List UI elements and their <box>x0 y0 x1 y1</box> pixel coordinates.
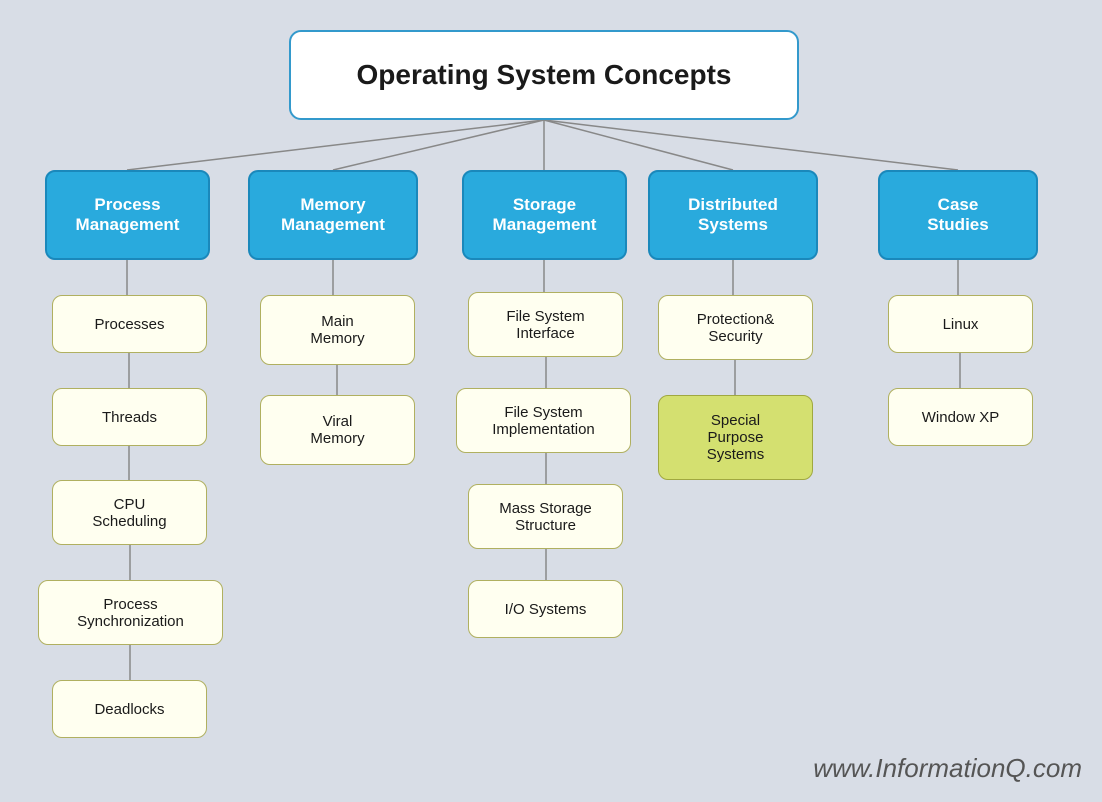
cat-storage: StorageManagement <box>462 170 627 260</box>
node-protection-security: Protection&Security <box>658 295 813 360</box>
node-cpu-scheduling: CPUScheduling <box>52 480 207 545</box>
cat-process: ProcessManagement <box>45 170 210 260</box>
root-node: Operating System Concepts <box>289 30 799 120</box>
node-file-system-interface: File SystemInterface <box>468 292 623 357</box>
watermark: www.InformationQ.com <box>813 753 1082 784</box>
node-deadlocks: Deadlocks <box>52 680 207 738</box>
node-linux: Linux <box>888 295 1033 353</box>
node-process-sync: ProcessSynchronization <box>38 580 223 645</box>
node-special-purpose: SpecialPurposeSystems <box>658 395 813 480</box>
node-windows-xp: Window XP <box>888 388 1033 446</box>
cat-memory: MemoryManagement <box>248 170 418 260</box>
node-main-memory: MainMemory <box>260 295 415 365</box>
node-file-system-impl: File SystemImplementation <box>456 388 631 453</box>
node-io-systems: I/O Systems <box>468 580 623 638</box>
node-threads: Threads <box>52 388 207 446</box>
diagram: Operating System Concepts ProcessManagem… <box>0 0 1102 802</box>
node-viral-memory: ViralMemory <box>260 395 415 465</box>
node-processes: Processes <box>52 295 207 353</box>
cat-distributed: DistributedSystems <box>648 170 818 260</box>
cat-case: CaseStudies <box>878 170 1038 260</box>
node-mass-storage: Mass StorageStructure <box>468 484 623 549</box>
